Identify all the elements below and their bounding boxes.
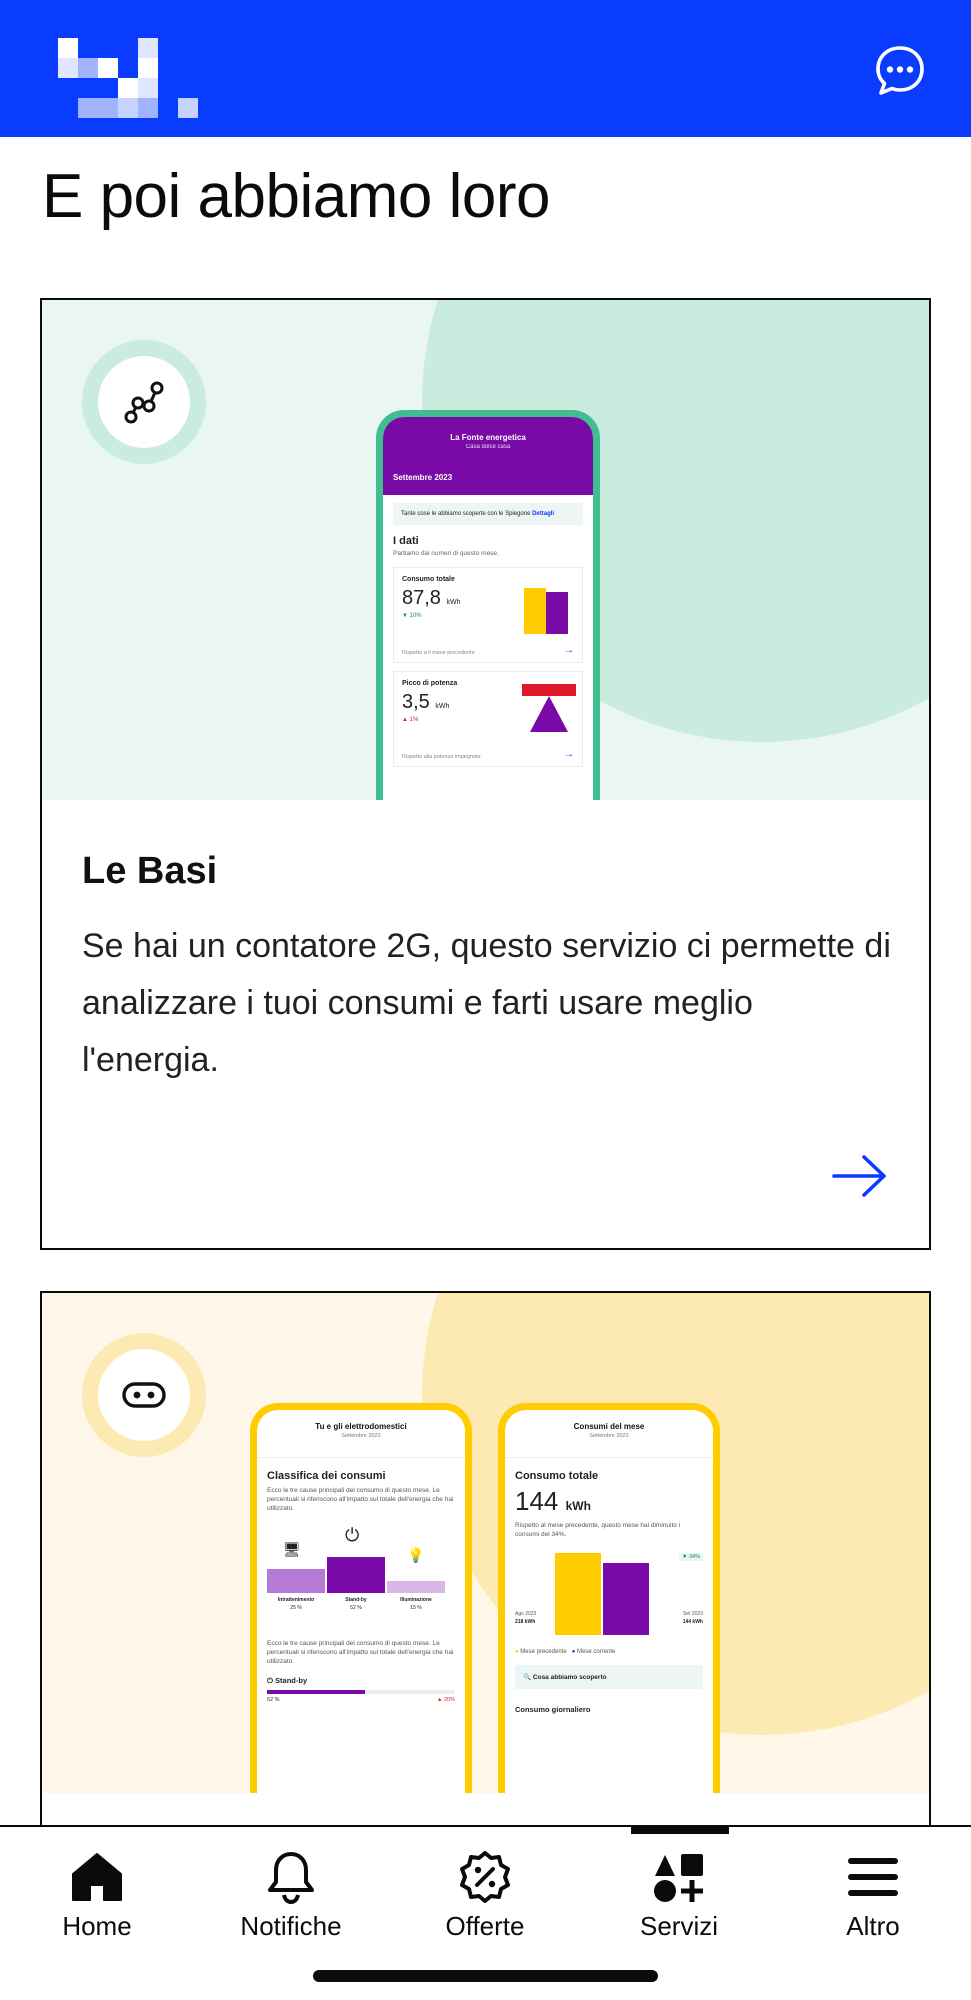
card-badge — [82, 340, 206, 464]
mock-heading: Classifica dei consumi — [267, 1470, 386, 1482]
menu-icon — [848, 1858, 898, 1896]
service-card-elettrodomestici[interactable]: Tu e gli elettrodomestici Settembre 2023… — [40, 1291, 931, 1825]
card-title: Le Basi — [82, 850, 218, 892]
mock-title: La Fonte energetica — [450, 433, 526, 442]
phone-mockup: Consumi del mese Settembre 2023 Consumo … — [498, 1403, 720, 1793]
phone-mockup: Tu e gli elettrodomestici Settembre 2023… — [250, 1403, 472, 1793]
mock-month: Settembre 2023 — [393, 473, 453, 482]
section-title: E poi abbiamo loro — [42, 162, 550, 231]
chat-button[interactable] — [874, 44, 926, 96]
tab-label: Altro — [846, 1911, 900, 1941]
phone-mockup: La Fonte energetica Casa dolce casa Sett… — [376, 410, 600, 800]
service-card-le-basi[interactable]: La Fonte energetica Casa dolce casa Sett… — [40, 298, 931, 1250]
mock-data-subtitle: Partiamo dai numeri di questo mese. — [393, 550, 499, 557]
home-indicator[interactable] — [313, 1970, 658, 1982]
tab-servizi[interactable]: Servizi — [582, 1827, 776, 1947]
percent-badge-icon — [460, 1851, 510, 1903]
app-header — [0, 0, 971, 137]
mock-metric-card: Picco di potenza 3,5 kWh ▲ 1% Rispetto a… — [393, 671, 583, 767]
brand-logo[interactable] — [58, 38, 200, 118]
arrow-right-icon[interactable] — [832, 1154, 888, 1198]
mock-tip: Tante cose le abbiamo scoperte con le Sp… — [393, 503, 583, 525]
tab-label: Servizi — [639, 1911, 718, 1941]
tab-label: Notifiche — [240, 1911, 342, 1941]
robot-face-icon — [122, 1382, 166, 1408]
mock-heading: Consumo totale — [515, 1470, 599, 1482]
card-hero-image: La Fonte energetica Casa dolce casa Sett… — [42, 300, 929, 800]
services-list: E poi abbiamo loro La Fonte energetica C… — [0, 137, 971, 1825]
card-badge — [82, 1333, 206, 1457]
mock-metric-card: Consumo totale 87,8 kWh ▼ 10% Rispetto a… — [393, 567, 583, 663]
chat-bubble-icon — [876, 46, 924, 95]
home-icon — [72, 1853, 122, 1901]
mock-subtitle: Casa dolce casa — [465, 444, 511, 450]
bell-icon — [268, 1852, 314, 1905]
shapes-icon — [654, 1854, 703, 1902]
tab-altro[interactable]: Altro — [776, 1827, 970, 1947]
tab-label: Offerte — [445, 1911, 525, 1941]
card-hero-image: Tu e gli elettrodomestici Settembre 2023… — [42, 1293, 929, 1793]
tab-notifiche[interactable]: Notifiche — [194, 1827, 388, 1947]
tab-home[interactable]: Home — [0, 1827, 194, 1947]
mock-data-title: I dati — [393, 535, 419, 547]
tab-offerte[interactable]: Offerte — [388, 1827, 582, 1947]
tab-label: Home — [62, 1911, 132, 1941]
graph-nodes-icon — [124, 381, 164, 424]
card-description: Se hai un contatore 2G, questo servizio … — [82, 927, 891, 1079]
